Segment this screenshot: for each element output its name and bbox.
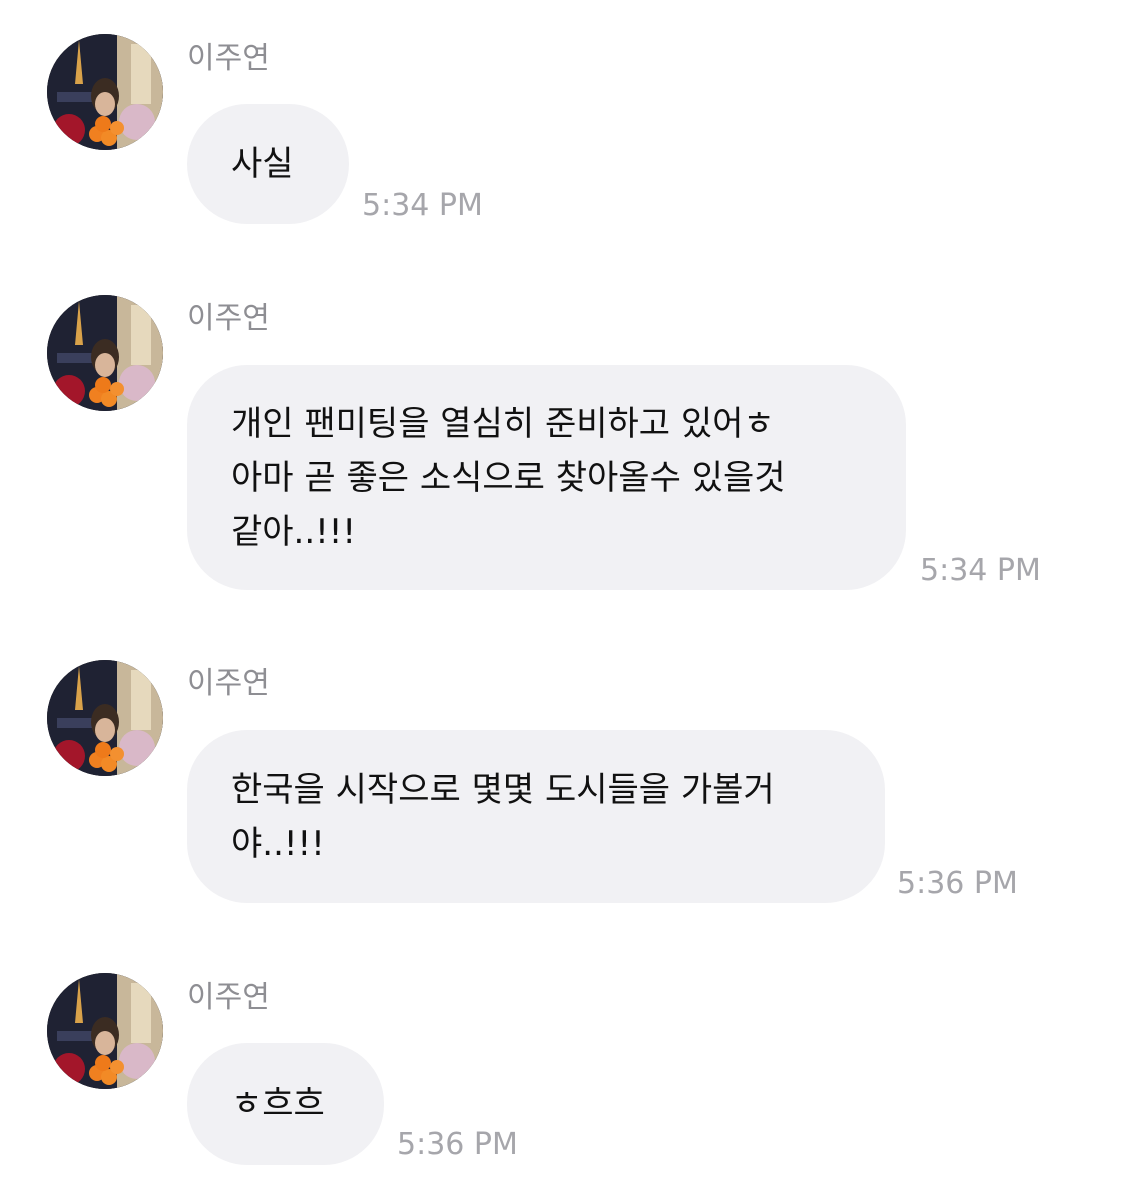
profile-photo-icon [47, 973, 163, 1089]
message-text: ㅎ흐흐 [231, 1084, 325, 1124]
sender-name: 이주연 [187, 980, 270, 1015]
message-timestamp: 5:36 PM [397, 1127, 518, 1162]
message-row: 이주연 ㅎ흐흐 5:36 PM [0, 0, 1140, 1200]
message-bubble[interactable]: ㅎ흐흐 [187, 1043, 384, 1165]
avatar[interactable] [47, 973, 163, 1089]
